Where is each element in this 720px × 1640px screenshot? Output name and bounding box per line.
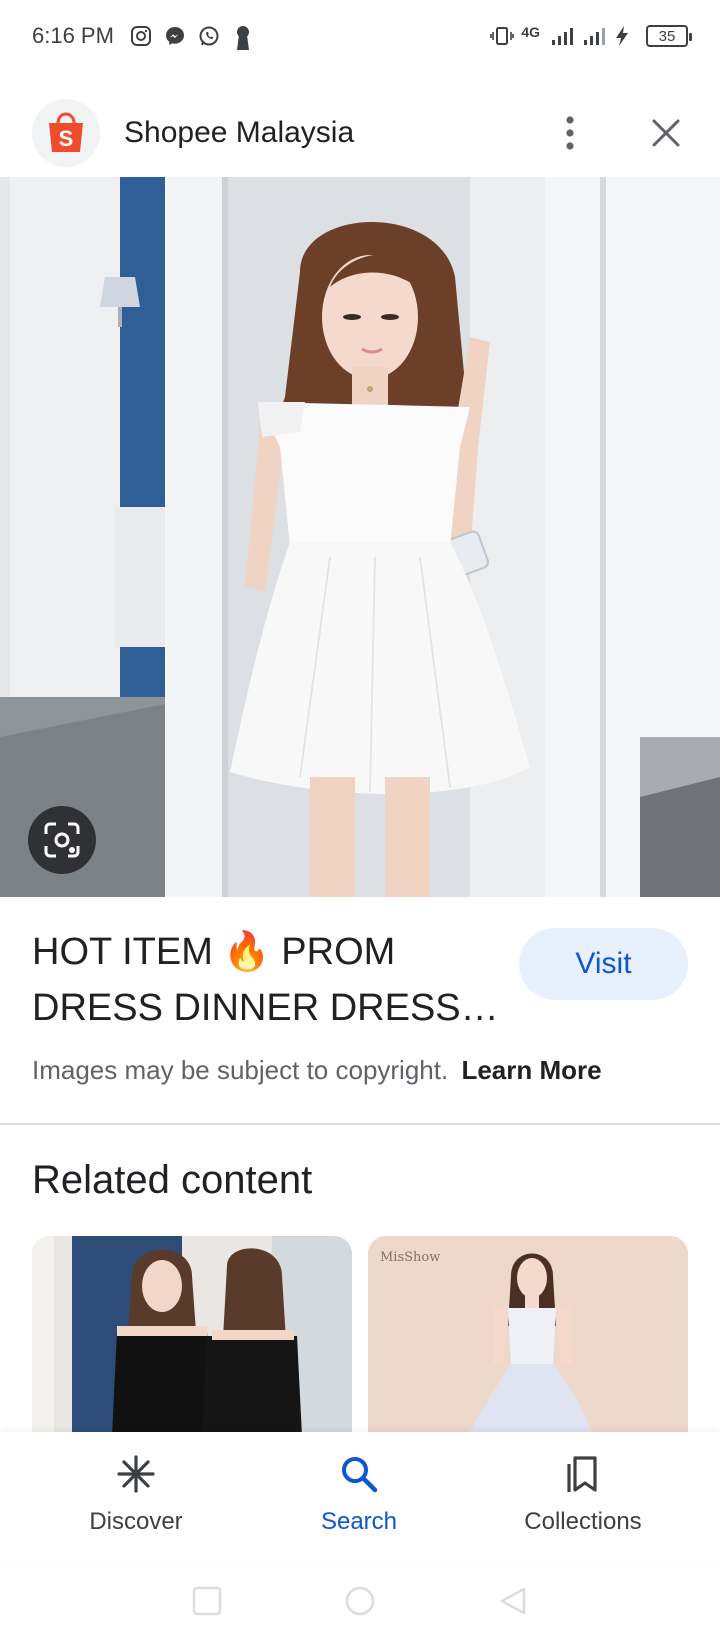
logo-letter: S — [59, 126, 74, 151]
square-icon — [192, 1586, 221, 1616]
lens-search-button[interactable] — [28, 806, 96, 874]
nav-search-label: Search — [320, 1508, 398, 1535]
nav-search[interactable]: Search — [259, 1452, 459, 1536]
network-type: 4G — [521, 24, 540, 40]
page-title: Shopee Malaysia — [124, 116, 355, 149]
asterisk-icon — [114, 1452, 158, 1496]
signal-icon-2 — [582, 25, 605, 47]
more-vert-icon — [566, 116, 574, 150]
signal-icon — [550, 25, 573, 47]
related-image-2 — [368, 1236, 688, 1436]
instagram-icon — [130, 25, 152, 47]
keyhole-icon — [232, 25, 254, 50]
divider — [0, 1123, 720, 1125]
messenger-icon — [164, 25, 186, 47]
status-right: 4G 35 — [489, 24, 692, 47]
learn-more-link[interactable]: Learn More — [461, 1055, 601, 1085]
result-title[interactable]: HOT ITEM 🔥 PROM DRESS DINNER DRESS WHITE… — [32, 924, 502, 1036]
nav-discover[interactable]: Discover — [36, 1452, 236, 1536]
app-header: S Shopee Malaysia — [0, 88, 720, 178]
shopee-logo: S — [32, 99, 100, 167]
status-bar: 6:16 PM 4G 35 — [0, 0, 720, 72]
bottom-navigation: Discover Search Collections — [0, 1432, 720, 1562]
vibrate-icon — [489, 25, 515, 47]
home-button[interactable] — [343, 1584, 377, 1618]
nav-discover-label: Discover — [89, 1508, 183, 1535]
bookmarks-icon — [561, 1452, 605, 1496]
product-image[interactable] — [0, 177, 720, 897]
status-left: 6:16 PM — [32, 23, 254, 50]
related-heading: Related content — [32, 1158, 313, 1202]
thumbnail-watermark: MisShow — [380, 1250, 441, 1265]
lens-icon — [44, 822, 80, 858]
related-image-1 — [32, 1236, 352, 1436]
search-icon — [337, 1452, 381, 1496]
more-options-button[interactable] — [548, 111, 592, 155]
nav-collections[interactable]: Collections — [483, 1452, 683, 1536]
copyright-notice: Images may be subject to copyright. Lear… — [32, 1055, 602, 1086]
header-actions — [548, 111, 688, 155]
back-triangle-icon — [501, 1587, 526, 1615]
copyright-text: Images may be subject to copyright. — [32, 1055, 449, 1085]
close-icon — [652, 119, 680, 147]
visit-button[interactable]: Visit — [519, 928, 688, 1000]
related-thumbnail-1[interactable] — [32, 1236, 352, 1436]
nav-collections-label: Collections — [524, 1508, 642, 1535]
close-button[interactable] — [644, 111, 688, 155]
related-thumbnail-2[interactable]: MisShow — [368, 1236, 688, 1436]
back-button[interactable] — [496, 1584, 530, 1618]
battery-indicator: 35 — [646, 25, 692, 47]
recent-apps-button[interactable] — [190, 1584, 224, 1618]
system-navigation — [0, 1562, 720, 1640]
charging-icon — [614, 25, 636, 47]
circle-icon — [345, 1586, 375, 1616]
status-time: 6:16 PM — [32, 23, 114, 48]
whatsapp-icon — [198, 25, 220, 47]
product-photo — [0, 177, 720, 897]
